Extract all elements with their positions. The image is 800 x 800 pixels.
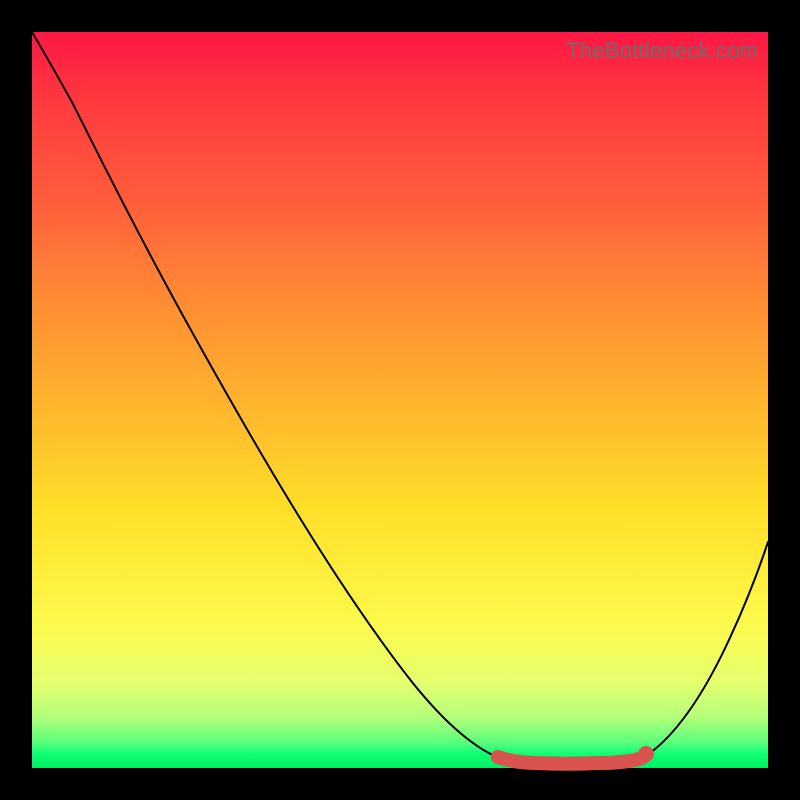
chart-frame: TheBottleneck.com [0, 0, 800, 800]
curve-svg [32, 32, 768, 768]
optimal-region-highlight [498, 757, 642, 764]
highlight-end-dot [638, 746, 654, 762]
highlight-start-dot [491, 750, 505, 764]
bottleneck-curve [32, 32, 768, 763]
plot-area: TheBottleneck.com [32, 32, 768, 768]
